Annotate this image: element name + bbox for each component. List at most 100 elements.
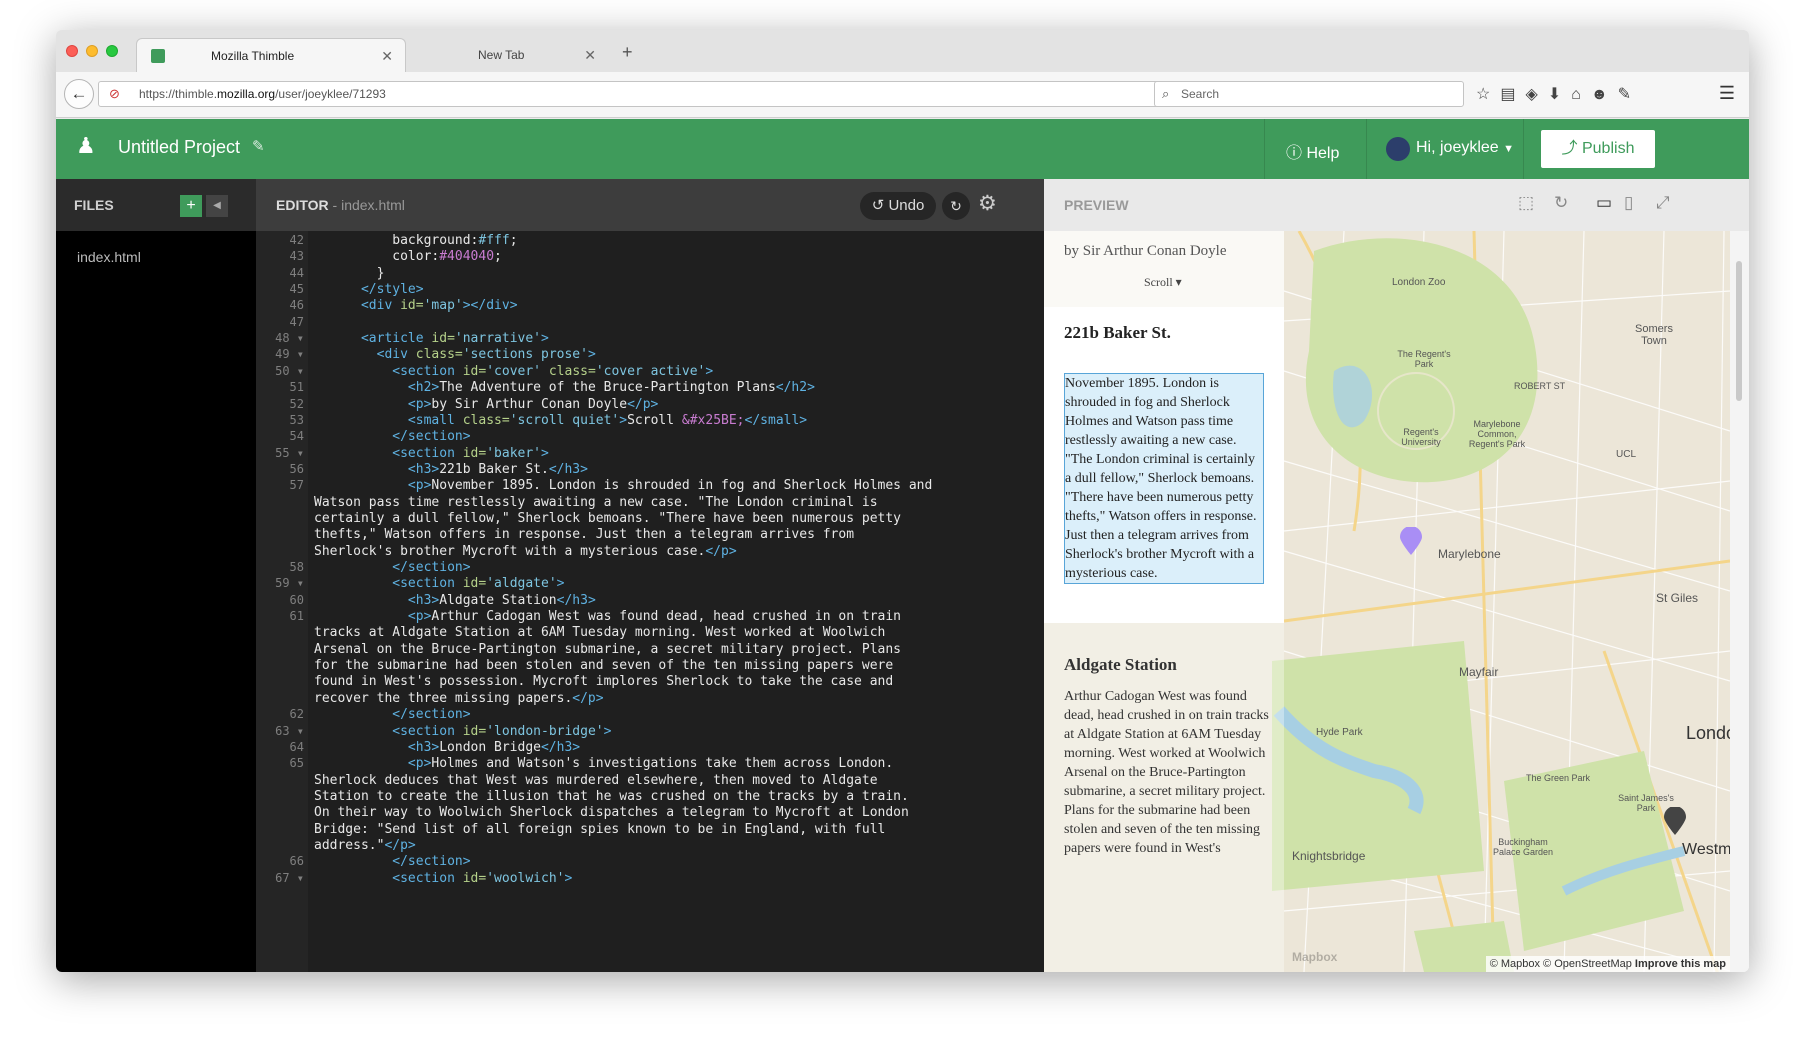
tab-close-icon[interactable]: ✕ bbox=[584, 38, 596, 72]
zoom-window-button[interactable] bbox=[106, 45, 118, 57]
map-label-green-park: The Green Park bbox=[1526, 773, 1591, 783]
code-line[interactable]: Watson pass time restlessly awaiting a n… bbox=[314, 495, 878, 511]
code-line[interactable]: recover the three missing papers.</p> bbox=[314, 691, 604, 707]
editor-panel: EDITOR - index.html ↺ Undo ↻ ⚙ 42 backgr… bbox=[256, 179, 1246, 972]
code-line[interactable]: On their way to Woolwich Sherlock dispat… bbox=[314, 805, 909, 821]
line-number: 61 bbox=[289, 609, 304, 624]
tab-new-tab[interactable]: New Tab ✕ bbox=[408, 38, 608, 72]
line-number: 44 bbox=[289, 265, 304, 280]
code-line[interactable]: Sherlock deduces that West was murdered … bbox=[314, 773, 878, 789]
code-line[interactable]: address."</p> bbox=[314, 838, 416, 854]
user-label: Hi, joeyklee bbox=[1416, 139, 1499, 156]
edit-pencil-icon[interactable]: ✎ bbox=[252, 137, 265, 155]
code-line[interactable]: <section id='cover' class='cover active'… bbox=[314, 364, 713, 380]
map-label-marylebone-common: Marylebone Common, Regent's Park bbox=[1468, 419, 1526, 449]
dark-marker-icon[interactable] bbox=[1664, 807, 1686, 835]
code-line[interactable]: <h3>221b Baker St.</h3> bbox=[314, 462, 588, 478]
search-input[interactable]: ⌕ Search bbox=[1154, 81, 1464, 107]
code-line[interactable]: <h3>London Bridge</h3> bbox=[314, 740, 580, 756]
map-attribution: © Mapbox © OpenStreetMap Improve this ma… bbox=[1485, 956, 1730, 972]
avatar[interactable] bbox=[1386, 137, 1410, 161]
code-line[interactable]: </section> bbox=[314, 560, 470, 576]
code-line[interactable]: <p>by Sir Arthur Conan Doyle</p> bbox=[314, 397, 658, 413]
collapse-files-button[interactable]: ◀ bbox=[206, 195, 228, 217]
map-label-hyde-park: Hyde Park bbox=[1316, 727, 1363, 738]
code-line[interactable]: <article id='narrative'> bbox=[314, 331, 549, 347]
line-number: 60 bbox=[289, 592, 304, 607]
purple-marker-icon[interactable] bbox=[1400, 527, 1422, 555]
code-line[interactable]: <section id='london-bridge'> bbox=[314, 724, 611, 740]
code-line[interactable]: color:#404040; bbox=[314, 249, 502, 265]
code-line[interactable]: <p>Arthur Cadogan West was found dead, h… bbox=[314, 609, 901, 625]
code-line[interactable]: } bbox=[314, 266, 385, 282]
attribution-text[interactable]: © Mapbox © OpenStreetMap bbox=[1490, 958, 1632, 970]
editor-title: EDITOR bbox=[276, 197, 329, 213]
help-label: Help bbox=[1306, 145, 1340, 162]
inspect-icon[interactable]: ⬚ bbox=[1518, 193, 1534, 213]
line-number: 50 ▾ bbox=[275, 363, 304, 378]
code-line[interactable]: tracks at Aldgate Station at 6AM Tuesday… bbox=[314, 625, 885, 641]
code-line[interactable]: <div class='sections prose'> bbox=[314, 347, 596, 363]
url-path: /user/joeyklee/71293 bbox=[275, 87, 386, 101]
new-tab-button[interactable]: + bbox=[622, 42, 633, 63]
code-line[interactable]: for the submarine had been stolen and se… bbox=[314, 658, 893, 674]
code-line[interactable]: Sherlock's brother Mycroft with a myster… bbox=[314, 544, 737, 560]
aldgate-text: Arthur Cadogan West was found dead, head… bbox=[1064, 689, 1269, 856]
code-line[interactable]: <section id='woolwich'> bbox=[314, 871, 572, 887]
file-item-index-html[interactable]: index.html bbox=[77, 249, 141, 265]
code-line[interactable]: </section> bbox=[314, 707, 470, 723]
code-line[interactable]: <div id='map'></div> bbox=[314, 298, 518, 314]
code-line[interactable]: Bridge: "Send list of all foreign spies … bbox=[314, 822, 885, 838]
desktop-view-icon[interactable]: ▭ bbox=[1596, 193, 1612, 213]
line-number: 56 bbox=[289, 461, 304, 476]
code-line[interactable]: <h2>The Adventure of the Bruce-Partingto… bbox=[314, 380, 815, 396]
code-line[interactable]: certainly a dull fellow," Sherlock bemoa… bbox=[314, 511, 901, 527]
editor-filename: - index.html bbox=[332, 197, 405, 213]
redo-button[interactable]: ↻ bbox=[942, 192, 970, 220]
scroll-hint[interactable]: Scroll ▾ bbox=[1144, 275, 1182, 290]
add-file-button[interactable]: + bbox=[180, 195, 202, 217]
code-line[interactable]: Station to create the illusion that he w… bbox=[314, 789, 909, 805]
code-line[interactable]: <section id='aldgate'> bbox=[314, 576, 564, 592]
minimize-window-button[interactable] bbox=[86, 45, 98, 57]
close-window-button[interactable] bbox=[66, 45, 78, 57]
back-button[interactable]: ← bbox=[64, 79, 94, 109]
code-line[interactable]: <p>November 1895. London is shrouded in … bbox=[314, 478, 932, 494]
toolbar-icons[interactable]: ☆▤◈⬇⌂☻✎ bbox=[1476, 84, 1641, 104]
hamburger-menu-icon[interactable]: ☰ bbox=[1719, 83, 1735, 104]
project-title[interactable]: Untitled Project bbox=[118, 137, 240, 158]
aldgate-title: Aldgate Station bbox=[1064, 655, 1177, 674]
improve-map-link[interactable]: Improve this map bbox=[1635, 958, 1726, 970]
chevron-down-icon: ▼ bbox=[1503, 143, 1515, 155]
code-line[interactable]: <p>Holmes and Watson's investigations ta… bbox=[314, 756, 893, 772]
undo-button[interactable]: ↺ Undo bbox=[860, 192, 936, 220]
code-line[interactable]: <h3>Aldgate Station</h3> bbox=[314, 593, 596, 609]
url-bar[interactable]: ⊘ https://thimble.mozilla.org/user/joeyk… bbox=[98, 81, 1228, 107]
code-area[interactable]: 42 background:#fff; 43 color:#404040; 44 }… bbox=[256, 231, 1036, 972]
code-line[interactable]: Arsenal on the Bruce-Partington submarin… bbox=[314, 642, 901, 658]
thimble-logo-icon[interactable]: ♟ bbox=[76, 133, 98, 159]
gear-icon[interactable]: ⚙ bbox=[978, 191, 997, 216]
mobile-view-icon[interactable]: ▯ bbox=[1624, 193, 1633, 213]
code-line[interactable]: <small class='scroll quiet'>Scroll &#x25… bbox=[314, 413, 807, 429]
tab-close-icon[interactable]: ✕ bbox=[381, 39, 393, 73]
code-line[interactable]: </style> bbox=[314, 282, 424, 298]
code-line[interactable]: found in West's possession. Mycroft impl… bbox=[314, 674, 893, 690]
code-line[interactable]: <section id='baker'> bbox=[314, 446, 549, 462]
refresh-preview-icon[interactable]: ↻ bbox=[1554, 193, 1568, 213]
tab-mozilla-thimble[interactable]: Mozilla Thimble ✕ bbox=[136, 38, 406, 72]
code-line[interactable]: </section> bbox=[314, 429, 470, 445]
header-divider bbox=[1366, 119, 1367, 179]
line-number: 47 bbox=[289, 314, 304, 329]
user-menu[interactable]: Hi, joeyklee ▼ bbox=[1416, 139, 1514, 157]
code-line[interactable]: </section> bbox=[314, 854, 470, 870]
code-line[interactable]: background:#fff; bbox=[314, 233, 517, 249]
code-line[interactable]: thefts," Watson offers in response. Just… bbox=[314, 527, 854, 543]
preview-scrollbar[interactable] bbox=[1730, 231, 1749, 972]
line-number: 54 bbox=[289, 429, 304, 444]
map-preview[interactable]: London Zoo The Regent's Park Somers Town… bbox=[1044, 231, 1730, 972]
preview-header: PREVIEW ⬚ ↻ ▭ ▯ ⤢ bbox=[1044, 179, 1749, 231]
help-link[interactable]: ⓘ Help bbox=[1286, 139, 1339, 163]
publish-button[interactable]: ⤴ Publish bbox=[1541, 130, 1655, 168]
fullscreen-icon[interactable]: ⤢ bbox=[1656, 193, 1670, 213]
